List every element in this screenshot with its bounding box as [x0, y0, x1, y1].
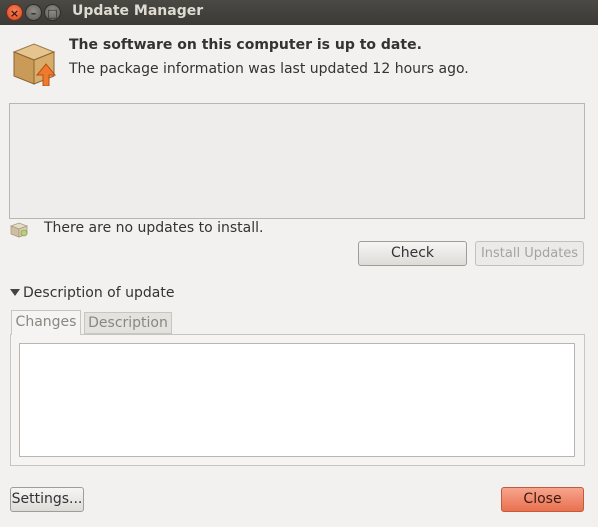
tab-description[interactable]: Description [84, 312, 172, 334]
package-update-icon [12, 43, 57, 86]
window-title: Update Manager [72, 3, 204, 19]
window-close-icon[interactable]: × [6, 4, 23, 21]
updates-list[interactable] [9, 103, 585, 219]
settings-button[interactable]: Settings... [10, 487, 84, 512]
package-status-icon [10, 222, 28, 238]
status-headline: The software on this computer is up to d… [69, 37, 422, 53]
install-updates-button[interactable]: Install Updates [475, 241, 584, 266]
close-button[interactable]: Close [501, 487, 584, 512]
last-updated-text: The package information was last updated… [69, 61, 469, 77]
check-button[interactable]: Check [358, 241, 467, 266]
expander-arrow-icon [10, 289, 20, 296]
no-updates-text: There are no updates to install. [44, 220, 264, 236]
tab-changes[interactable]: Changes [11, 310, 81, 335]
expander-label: Description of update [23, 285, 175, 301]
description-expander[interactable]: Description of update [10, 285, 174, 301]
changes-text-area[interactable] [19, 343, 575, 457]
title-bar: × – □ Update Manager [0, 0, 598, 25]
window-maximize-icon[interactable]: □ [44, 4, 61, 21]
window-minimize-icon[interactable]: – [25, 4, 42, 21]
